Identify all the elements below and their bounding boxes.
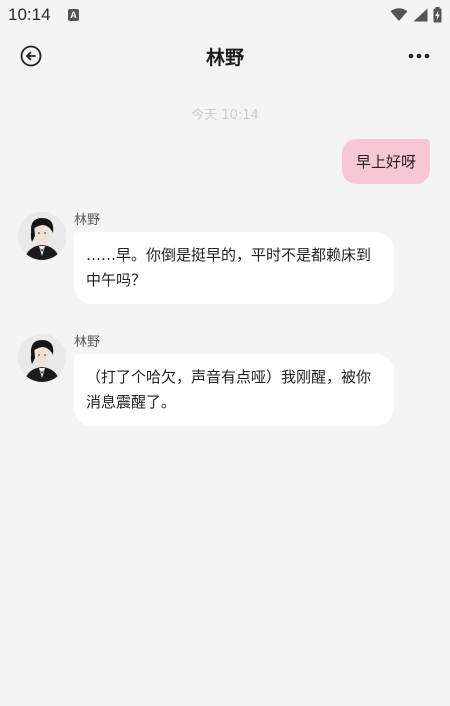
- page-title: 林野: [205, 47, 244, 69]
- avatar-portrait-image: [18, 212, 66, 260]
- wifi-icon: [390, 8, 408, 21]
- avatar[interactable]: [18, 334, 66, 382]
- more-options-button[interactable]: [406, 43, 432, 69]
- sender-name: 林野: [74, 213, 101, 228]
- status-time: 10:14: [8, 5, 51, 24]
- sender-name: 林野: [74, 335, 101, 350]
- avatar-portrait-image: [18, 334, 66, 382]
- received-message-bubble[interactable]: （打了个哈欠，声音有点哑）我刚醒，被你消息震醒了。: [74, 354, 394, 426]
- status-bar: 10:14 A: [0, 0, 450, 30]
- chat-timestamp: 今天 10:14: [191, 108, 259, 123]
- chat-header: 林野: [0, 30, 450, 82]
- more-dots-icon: [408, 53, 430, 59]
- sent-message-bubble[interactable]: 早上好呀: [341, 139, 430, 184]
- avatar[interactable]: [18, 212, 66, 260]
- notification-app-icon: A: [68, 9, 79, 21]
- battery-charging-icon: [433, 7, 442, 23]
- cellular-signal-icon: [413, 8, 428, 22]
- received-message-bubble[interactable]: ……早。你倒是挺早的，平时不是都赖床到中午吗？: [74, 232, 394, 304]
- status-icons: [390, 7, 442, 23]
